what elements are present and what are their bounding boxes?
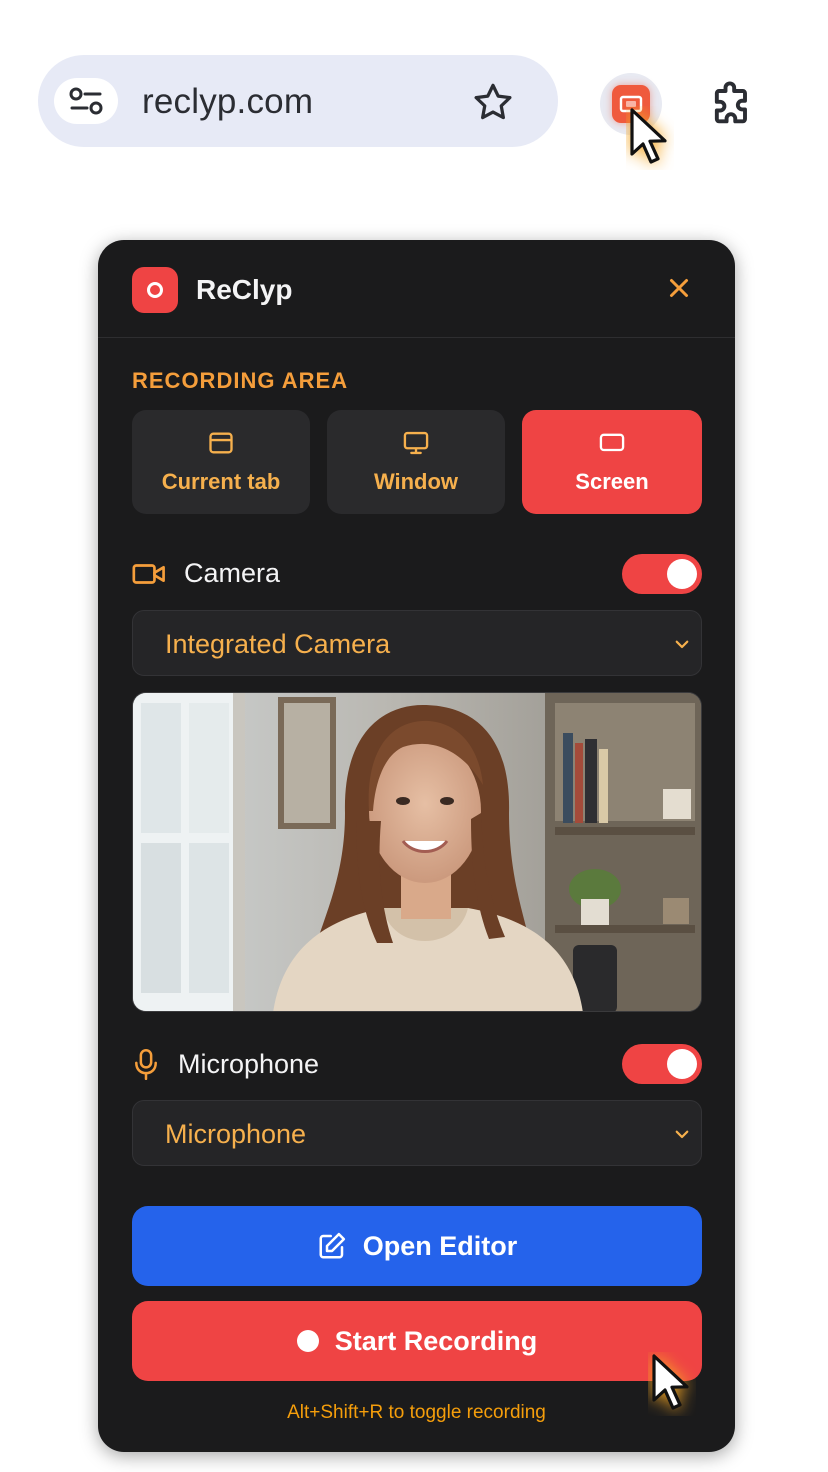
camera-preview [132,692,702,1012]
open-editor-label: Open Editor [362,1230,518,1261]
chevron-down-icon [675,640,689,649]
site-settings-button[interactable] [54,78,118,124]
camera-label: Camera [184,558,281,588]
start-recording-label: Start Recording [334,1325,538,1356]
tune-icon [69,87,103,115]
microphone-icon [135,1049,157,1080]
reclyp-logo-icon [132,267,178,313]
microphone-toggle[interactable] [622,1044,702,1084]
popup-header: ReClyp [98,240,735,338]
record-dot-icon [296,1330,319,1352]
microphone-row: Microphone [132,1048,319,1080]
reclyp-popup: ReClyp RECORDING AREA Current tab Window [98,240,735,1452]
mouse-pointer-icon [630,108,667,164]
camera-toggle[interactable] [622,554,702,594]
area-option-label: Screen [575,469,649,494]
edit-icon [319,1232,345,1259]
recording-area-heading: RECORDING AREA [132,368,349,393]
browser-tab-icon [209,432,233,454]
microphone-select[interactable]: Microphone [132,1100,702,1166]
chevron-down-icon [675,1130,689,1139]
area-option-window[interactable]: Window [327,410,505,514]
camera-preview-image [133,693,701,1011]
extensions-puzzle-icon[interactable] [706,78,758,130]
video-camera-icon [132,563,165,584]
camera-select[interactable]: Integrated Camera [132,610,702,676]
url-text[interactable]: reclyp.com [142,82,313,122]
area-option-label: Window [373,469,459,494]
shortcut-hint: Alt+Shift+R to toggle recording [287,1402,546,1423]
area-option-label: Current tab [161,469,281,494]
mouse-pointer-icon [652,1354,689,1410]
area-option-current-tab[interactable]: Current tab [132,410,310,514]
camera-row: Camera [132,558,280,589]
app-title: ReClyp [196,274,293,305]
area-option-screen[interactable]: Screen [522,410,702,514]
microphone-label: Microphone [178,1048,320,1079]
screen-icon [599,433,625,452]
start-recording-button[interactable]: Start Recording [132,1301,702,1381]
open-editor-button[interactable]: Open Editor [132,1206,702,1286]
camera-select-value: Integrated Camera [165,629,391,659]
close-icon[interactable] [664,273,694,303]
screen: reclyp.com ReClyp RECORDING AREA Current… [0,0,828,1472]
monitor-icon [403,431,429,455]
microphone-select-value: Microphone [165,1119,307,1149]
bookmark-star-icon[interactable] [470,80,516,126]
